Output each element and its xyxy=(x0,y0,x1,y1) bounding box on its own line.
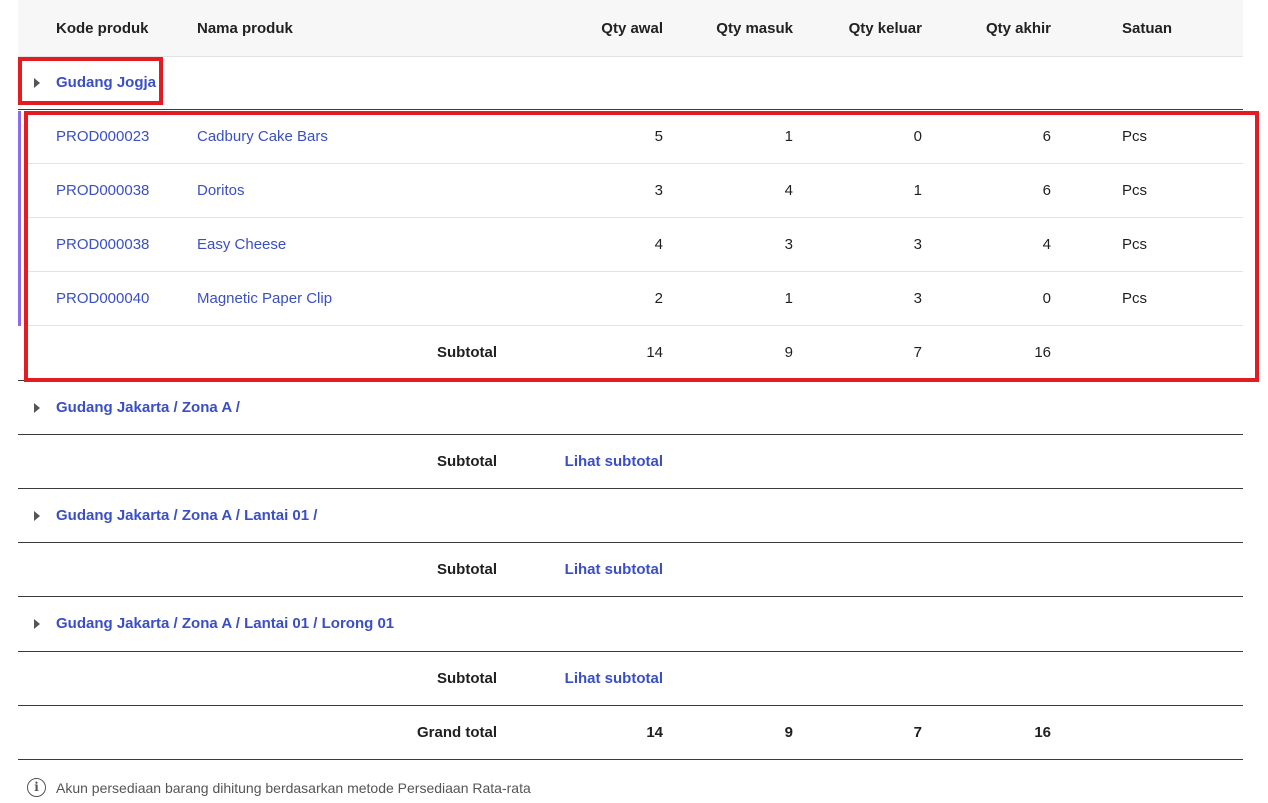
header-satuan: Satuan xyxy=(1122,20,1173,37)
grand-total-label: Grand total xyxy=(416,724,497,741)
footnote-text: Akun persediaan barang dihitung berdasar… xyxy=(56,780,531,796)
subtotal-label: Subtotal xyxy=(437,453,497,470)
caret-right-icon[interactable] xyxy=(34,511,40,521)
group-row-gudang-jakarta-lorong-01[interactable]: Gudang Jakarta / Zona A / Lantai 01 / Lo… xyxy=(18,597,1243,649)
lihat-subtotal-link[interactable]: Lihat subtotal xyxy=(543,561,663,579)
group-title[interactable]: Gudang Jakarta / Zona A / Lantai 01 / Lo… xyxy=(56,615,394,633)
highlight-box-rows xyxy=(24,111,1259,382)
highlight-box-group xyxy=(18,57,163,105)
group-row-gudang-jogja[interactable]: Gudang Jogja xyxy=(18,57,1243,109)
group-row-gudang-jakarta-zona-a[interactable]: Gudang Jakarta / Zona A / xyxy=(18,381,1243,433)
header-kode-produk: Kode produk xyxy=(56,20,149,37)
grand-total-qty-akhir: 16 xyxy=(1034,724,1051,741)
header-qty-awal: Qty awal xyxy=(601,20,663,37)
header-qty-masuk: Qty masuk xyxy=(716,20,793,37)
divider xyxy=(18,759,1243,760)
header-qty-keluar: Qty keluar xyxy=(848,20,922,37)
group-title[interactable]: Gudang Jakarta / Zona A / Lantai 01 / xyxy=(56,507,317,525)
grand-total-qty-keluar: 7 xyxy=(913,724,922,741)
group-title[interactable]: Gudang Jakarta / Zona A / xyxy=(56,399,240,417)
divider xyxy=(18,109,1243,110)
header-qty-akhir: Qty akhir xyxy=(985,20,1051,37)
divider xyxy=(18,705,1243,706)
caret-right-icon[interactable] xyxy=(34,403,40,413)
group-row-gudang-jakarta-lantai-01[interactable]: Gudang Jakarta / Zona A / Lantai 01 / xyxy=(18,489,1243,541)
divider xyxy=(18,434,1243,435)
lihat-subtotal-link[interactable]: Lihat subtotal xyxy=(543,670,663,688)
divider xyxy=(18,542,1243,543)
info-icon: i xyxy=(27,778,46,797)
header-nama-produk: Nama produk xyxy=(197,20,293,37)
subtotal-label: Subtotal xyxy=(437,670,497,687)
caret-right-icon[interactable] xyxy=(34,619,40,629)
grand-total-qty-masuk: 9 xyxy=(784,724,793,741)
lihat-subtotal-link[interactable]: Lihat subtotal xyxy=(543,453,663,471)
subtotal-label: Subtotal xyxy=(437,561,497,578)
expanded-group-indicator xyxy=(18,111,21,326)
grand-total-qty-awal: 14 xyxy=(646,724,663,741)
divider xyxy=(18,651,1243,652)
